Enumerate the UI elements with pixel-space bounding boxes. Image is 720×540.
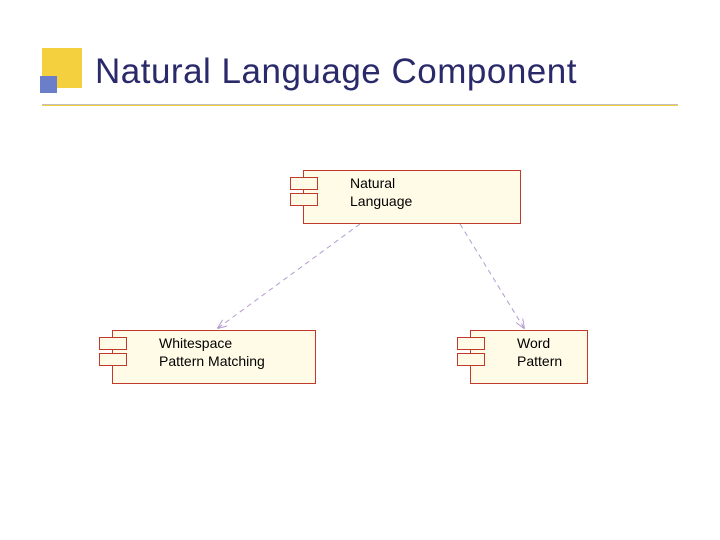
title-bullet-decoration [40,48,88,96]
component-word-pattern: Word Pattern [470,330,588,384]
component-port-icon [457,337,485,350]
component-diagram: Natural Language Whitespace Pattern Matc… [0,170,720,490]
title-underline [42,104,678,106]
component-label: Whitespace Pattern Matching [159,335,265,370]
arrow-to-word-pattern [460,224,524,328]
component-port-icon [99,353,127,366]
slide-header: Natural Language Component [0,0,720,50]
component-whitespace-pattern-matching: Whitespace Pattern Matching [112,330,316,384]
decoration-blue-square [40,76,57,93]
arrow-to-whitespace [218,224,360,328]
component-port-icon [457,353,485,366]
component-port-icon [290,177,318,190]
component-port-icon [99,337,127,350]
component-natural-language: Natural Language [303,170,521,224]
component-label: Word Pattern [517,335,562,370]
component-port-icon [290,193,318,206]
slide-title: Natural Language Component [95,52,577,92]
component-label: Natural Language [350,175,412,210]
